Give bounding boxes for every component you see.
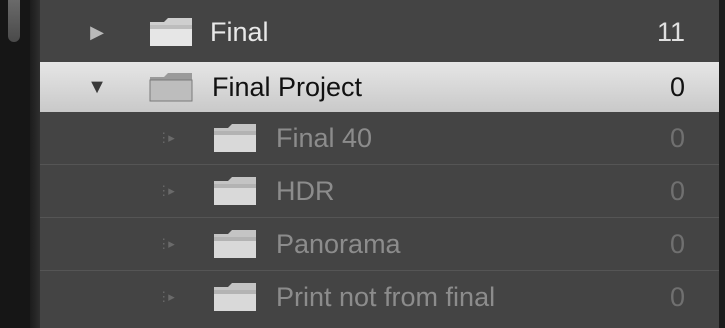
folder-icon [214, 177, 256, 205]
folder-row-final-project[interactable]: ▼ Final Project 0 [40, 62, 719, 112]
folder-row-final-40[interactable]: ⋮▸ Final 40 0 [40, 112, 719, 165]
folder-row-hdr[interactable]: ⋮▸ HDR 0 [40, 165, 719, 218]
rail-divider [30, 0, 40, 328]
folder-count: 11 [656, 16, 685, 47]
folders-panel: ▶ Final 11 ▼ Final Project 0 ⋮▸ Final 40… [40, 0, 725, 328]
folder-row-final[interactable]: ▶ Final 11 [40, 6, 719, 58]
disclosure-expanded-icon[interactable]: ▼ [82, 62, 112, 112]
folder-name: Final [210, 16, 269, 47]
folder-row-panorama[interactable]: ⋮▸ Panorama 0 [40, 218, 719, 271]
folder-icon [149, 73, 193, 102]
folder-name: Final 40 [276, 122, 373, 153]
folder-count: 0 [669, 122, 685, 153]
disclosure-empty-icon: ⋮▸ [157, 183, 175, 198]
folder-count: 0 [669, 228, 685, 259]
folder-icon [150, 18, 192, 46]
disclosure-empty-icon: ⋮▸ [157, 289, 175, 304]
folder-row-print-not-from-final[interactable]: ⋮▸ Print not from final 0 [40, 271, 719, 323]
folder-icon [214, 124, 256, 152]
folder-name: Panorama [276, 228, 401, 259]
folder-count: 0 [669, 71, 685, 102]
folder-name: HDR [276, 175, 335, 206]
folder-icon [214, 230, 256, 258]
folder-name: Print not from final [276, 281, 496, 312]
folder-icon [214, 283, 256, 311]
disclosure-empty-icon: ⋮▸ [157, 130, 175, 145]
left-rail [0, 0, 30, 328]
scrollbar-thumb[interactable] [8, 0, 20, 42]
disclosure-collapsed-icon[interactable]: ▶ [82, 6, 112, 58]
panel-right-edge [719, 0, 725, 328]
folder-count: 0 [669, 175, 685, 206]
folder-name: Final Project [212, 71, 363, 102]
disclosure-empty-icon: ⋮▸ [157, 236, 175, 251]
folder-count: 0 [669, 281, 685, 312]
